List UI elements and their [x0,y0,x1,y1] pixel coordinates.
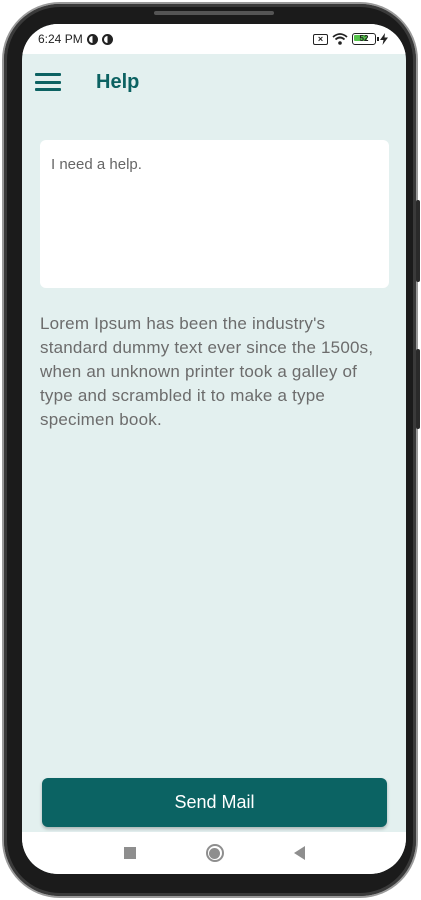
back-triangle-icon[interactable] [293,846,305,860]
wifi-icon [332,33,348,45]
speaker-grille [154,11,274,15]
volume-button [416,200,420,282]
status-left: 6:24 PM [38,32,113,46]
notification-icon [86,33,98,45]
help-description: Lorem Ipsum has been the industry's stan… [40,314,374,429]
page-title: Help [96,70,140,93]
status-right: × 52 [313,33,388,45]
battery-level: 52 [359,34,369,43]
battery-icon: 52 [352,33,379,45]
send-mail-button[interactable]: Send Mail [42,778,387,827]
screen: 6:24 PM × 52 Help I need a help. Lorem I… [22,24,406,874]
no-sim-icon: × [313,33,328,45]
phone-frame: 6:24 PM × 52 Help I need a help. Lorem I… [4,4,420,896]
status-bar: 6:24 PM × 52 [22,24,406,54]
message-input[interactable] [40,140,389,288]
hamburger-menu-icon[interactable] [35,71,61,93]
charging-icon [380,33,388,45]
navigation-bar [22,832,406,874]
notification-icon [101,33,113,45]
app-bar: Help [22,54,406,110]
home-circle-icon[interactable] [205,844,224,862]
power-button [416,349,420,429]
recents-square-icon[interactable] [123,847,136,859]
status-time: 6:24 PM [38,32,83,46]
